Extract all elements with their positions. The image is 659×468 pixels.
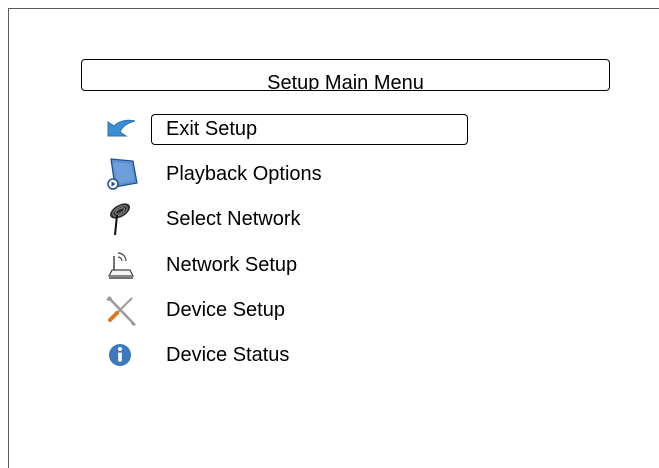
menu-item-select-network[interactable]: Select Network [103, 202, 483, 236]
menu-title: Setup Main Menu [267, 72, 424, 91]
menu-item-label: Device Status [166, 344, 290, 366]
menu-item-network-setup[interactable]: Network Setup [103, 248, 483, 282]
menu-item-label: Select Network [166, 208, 301, 230]
back-arrow-icon [103, 112, 139, 146]
menu-item-device-status[interactable]: Device Status [103, 338, 483, 372]
playback-options-icon [103, 157, 139, 191]
menu-item-label: Network Setup [166, 254, 298, 276]
antenna-icon [103, 202, 139, 236]
menu-title-box: Setup Main Menu [81, 59, 610, 91]
menu-item-exit-setup[interactable]: Exit Setup [103, 112, 483, 146]
menu-item-device-setup[interactable]: Device Setup [103, 293, 483, 327]
router-icon [103, 248, 139, 282]
menu-item-label: Device Setup [166, 299, 285, 321]
info-icon [103, 338, 139, 372]
menu-item-playback-options[interactable]: Playback Options [103, 157, 483, 191]
menu-item-label: Exit Setup [166, 118, 258, 140]
menu-item-label: Playback Options [166, 163, 322, 185]
tools-icon [103, 293, 139, 327]
